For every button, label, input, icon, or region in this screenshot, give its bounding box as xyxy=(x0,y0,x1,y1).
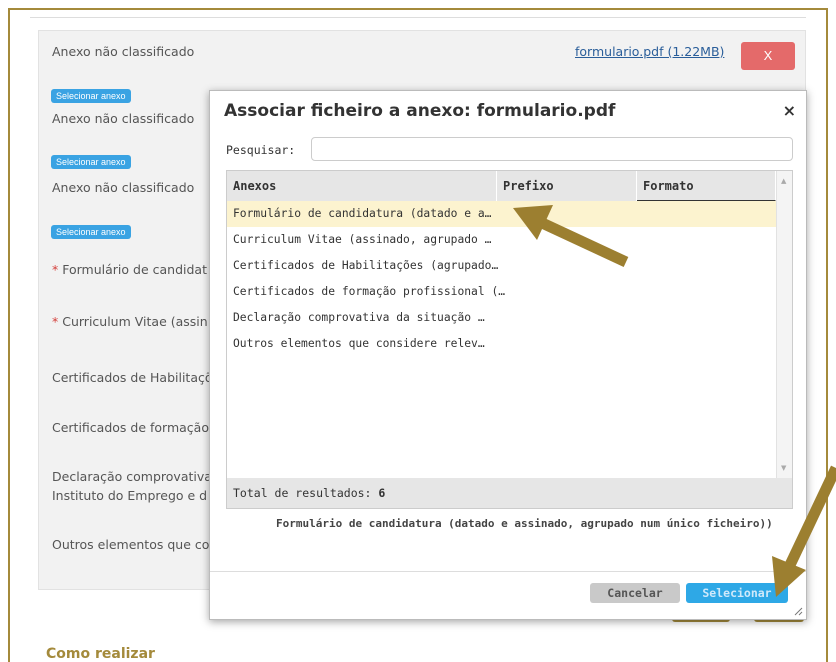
table-row[interactable]: Outros elementos que considere relev… xyxy=(227,331,776,357)
delete-file-button[interactable]: X xyxy=(741,42,795,70)
attachment-label-cv: * Curriculum Vitae (assin xyxy=(52,314,208,329)
select-attachment-badge[interactable]: Selecionar anexo xyxy=(51,225,131,239)
table-row[interactable]: Certificados de Habilitações (agrupado… xyxy=(227,253,776,279)
scroll-up-icon[interactable]: ▲ xyxy=(781,177,786,185)
column-header-prefixo[interactable]: Prefixo xyxy=(497,171,637,201)
selected-attachment-name: Formulário de candidatura (datado e assi… xyxy=(276,517,773,530)
cancel-button[interactable]: Cancelar xyxy=(590,583,680,603)
search-label: Pesquisar: xyxy=(226,143,296,157)
total-label: Total de resultados: xyxy=(233,486,372,500)
file-row-label: Anexo não classificado xyxy=(52,44,195,59)
required-mark: * xyxy=(52,314,59,329)
resize-grip-icon[interactable] xyxy=(793,606,803,616)
scroll-down-icon[interactable]: ▼ xyxy=(781,464,786,472)
column-header-anexos[interactable]: Anexos xyxy=(227,171,497,201)
file-link[interactable]: formulario.pdf (1.22MB) xyxy=(575,44,724,59)
attachment-label-formacao: Certificados de formação xyxy=(52,420,209,435)
grid-footer: Total de resultados: 6 xyxy=(227,478,792,508)
select-button[interactable]: Selecionar xyxy=(686,583,788,603)
attachment-label-declaracao: Declaração comprovativa xyxy=(52,469,212,484)
attachments-grid: Anexos Prefixo Formato ▲ ▼ Formulário de… xyxy=(226,170,793,509)
table-row[interactable]: Declaração comprovativa da situação … xyxy=(227,305,776,331)
search-input[interactable] xyxy=(311,137,793,161)
attachment-label-formulario: * Formulário de candidat xyxy=(52,262,207,277)
table-row[interactable]: Certificados de formação profissional (… xyxy=(227,279,776,305)
column-header-formato[interactable]: Formato xyxy=(637,171,776,201)
table-row[interactable]: Curriculum Vitae (assinado, agrupado … xyxy=(227,227,776,253)
required-mark: * xyxy=(52,262,59,277)
dialog-divider xyxy=(210,571,806,572)
attachment-label-declaracao-line2: Instituto do Emprego e d xyxy=(52,488,208,503)
unclassified-label: Anexo não classificado xyxy=(52,111,195,126)
attachment-label-outros: Outros elementos que co xyxy=(52,537,210,552)
total-value: 6 xyxy=(378,486,386,500)
table-row[interactable]: Formulário de candidatura (datado e a… xyxy=(227,201,776,227)
attachment-label-text: Formulário de candidat xyxy=(62,262,207,277)
attachment-label-text: Curriculum Vitae (assin xyxy=(62,314,208,329)
section-title-como-realizar: Como realizar xyxy=(46,646,155,662)
dialog-title: Associar ficheiro a anexo: formulario.pd… xyxy=(224,101,616,121)
top-strip xyxy=(30,8,806,18)
unclassified-label: Anexo não classificado xyxy=(52,180,195,195)
select-attachment-badge[interactable]: Selecionar anexo xyxy=(51,155,131,169)
attachment-label-habilitacoes: Certificados de Habilitaçõ xyxy=(52,370,213,385)
close-icon[interactable]: × xyxy=(783,101,796,120)
associate-file-dialog: Associar ficheiro a anexo: formulario.pd… xyxy=(209,90,807,620)
select-attachment-badge[interactable]: Selecionar anexo xyxy=(51,89,131,103)
grid-scrollbar[interactable]: ▲ ▼ xyxy=(776,171,792,478)
grid-header: Anexos Prefixo Formato xyxy=(227,171,776,201)
